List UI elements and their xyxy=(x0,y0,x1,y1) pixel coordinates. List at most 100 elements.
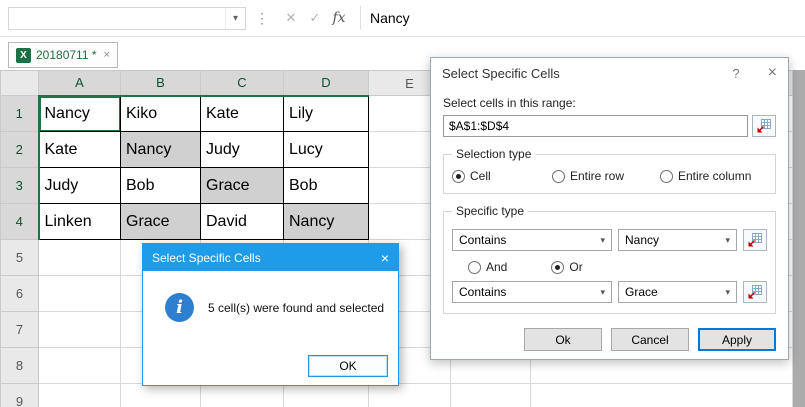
condition1-select[interactable]: Contains ▾ xyxy=(452,229,612,251)
radio-or[interactable]: Or xyxy=(551,260,583,274)
radio-and[interactable]: And xyxy=(468,260,507,274)
range-input[interactable] xyxy=(443,115,748,137)
workbook-tab[interactable]: X 20180711 * × xyxy=(8,42,118,68)
specific-type-group: Specific type Contains ▾ Nancy ▾ And Or … xyxy=(443,204,776,314)
ok-button[interactable]: Ok xyxy=(524,328,602,351)
radio-and-circle xyxy=(468,260,481,274)
cell-D2[interactable]: Lucy xyxy=(283,131,369,168)
cell-D3[interactable]: Bob xyxy=(283,167,369,204)
empty-cell[interactable] xyxy=(120,383,201,407)
more-options-icon[interactable]: ⋮ xyxy=(255,10,270,27)
radio-or-circle xyxy=(551,260,565,274)
empty-cell[interactable] xyxy=(38,383,121,407)
selection-type-group: Selection type Cell Entire row Entire co… xyxy=(443,147,776,194)
info-icon-glyph: i xyxy=(176,297,183,318)
cell-C3[interactable]: Grace xyxy=(200,167,284,204)
empty-cell[interactable] xyxy=(38,239,121,276)
row-header-7[interactable]: 7 xyxy=(0,311,39,348)
range-selector-icon xyxy=(757,119,771,133)
cell-A2[interactable]: Kate xyxy=(38,131,121,168)
selection-type-legend: Selection type xyxy=(456,147,532,161)
cell-A3[interactable]: Judy xyxy=(38,167,121,204)
dialog-titlebar[interactable]: Select Specific Cells ? × xyxy=(431,58,788,88)
select-specific-cells-dialog: Select Specific Cells ? × Select cells i… xyxy=(430,57,789,360)
excel-icon: X xyxy=(16,47,31,63)
radio-and-label: And xyxy=(486,260,508,274)
range-selector-button[interactable] xyxy=(743,281,767,303)
empty-cell[interactable] xyxy=(450,383,531,407)
messagebox-ok-button[interactable]: OK xyxy=(308,355,388,377)
tab-label: 20180711 * xyxy=(36,48,97,62)
name-box[interactable]: ▾ xyxy=(8,6,246,30)
column-header-D[interactable]: D xyxy=(283,70,369,97)
empty-cell[interactable] xyxy=(283,383,369,407)
row-header-5[interactable]: 5 xyxy=(0,239,39,276)
radio-entire-column-label: Entire column xyxy=(678,169,752,183)
window-edge xyxy=(793,70,805,407)
row-header-1[interactable]: 1 xyxy=(0,95,40,132)
empty-cell[interactable] xyxy=(368,383,451,407)
condition2-select[interactable]: Contains ▾ xyxy=(452,281,612,303)
empty-cell[interactable] xyxy=(38,275,121,312)
help-icon[interactable]: ? xyxy=(732,66,739,81)
radio-or-label: Or xyxy=(569,260,583,274)
formula-bar: ▾ ⋮ ✕ ✓ fx Nancy xyxy=(0,0,805,37)
radio-cell-circle xyxy=(452,169,465,183)
excel-window: ▾ ⋮ ✕ ✓ fx Nancy X 20180711 * × A B C D … xyxy=(0,0,805,407)
column-header-A[interactable]: A xyxy=(38,70,121,97)
radio-cell[interactable]: Cell xyxy=(452,169,552,183)
row-header-9[interactable]: 9 xyxy=(0,383,39,407)
row-header-4[interactable]: 4 xyxy=(0,203,40,240)
column-header-C[interactable]: C xyxy=(200,70,284,97)
condition2-value: Contains xyxy=(459,285,507,299)
row-header-3[interactable]: 3 xyxy=(0,167,40,204)
chevron-down-icon: ▾ xyxy=(600,234,605,245)
cancel-button[interactable]: Cancel xyxy=(611,328,689,351)
formula-input[interactable]: Nancy xyxy=(370,10,805,26)
cell-D4[interactable]: Nancy xyxy=(283,203,369,240)
range-selector-button[interactable] xyxy=(743,229,767,251)
cell-A1[interactable]: Nancy xyxy=(38,95,121,132)
chevron-down-icon: ▾ xyxy=(725,234,730,245)
cell-A4[interactable]: Linken xyxy=(38,203,121,240)
range-selector-button[interactable] xyxy=(752,115,776,137)
row-header-8[interactable]: 8 xyxy=(0,347,39,384)
dialog-close-icon[interactable]: × xyxy=(768,64,777,82)
messagebox-body: i 5 cell(s) were found and selected xyxy=(143,271,398,322)
dialog-title: Select Specific Cells xyxy=(442,65,560,81)
apply-button[interactable]: Apply xyxy=(698,328,776,351)
cell-B4[interactable]: Grace xyxy=(120,203,201,240)
cell-B1[interactable]: Kiko xyxy=(120,95,201,132)
value1-text: Nancy xyxy=(625,233,660,247)
cell-C1[interactable]: Kate xyxy=(200,95,284,132)
radio-entire-column[interactable]: Entire column xyxy=(660,169,751,183)
radio-entire-row[interactable]: Entire row xyxy=(552,169,660,183)
insert-function-icon[interactable]: fx xyxy=(327,10,351,26)
cancel-icon[interactable]: ✕ xyxy=(279,10,303,26)
radio-cell-label: Cell xyxy=(470,169,491,183)
empty-cell[interactable] xyxy=(38,311,121,348)
value2-text: Grace xyxy=(625,285,658,299)
row-header-6[interactable]: 6 xyxy=(0,275,39,312)
cell-D1[interactable]: Lily xyxy=(283,95,369,132)
radio-entire-row-label: Entire row xyxy=(570,169,625,183)
cell-B3[interactable]: Bob xyxy=(120,167,201,204)
empty-cell[interactable] xyxy=(200,383,284,407)
value1-combo[interactable]: Nancy ▾ xyxy=(618,229,737,251)
empty-cell[interactable] xyxy=(38,347,121,384)
select-all-corner[interactable] xyxy=(0,70,39,96)
enter-icon[interactable]: ✓ xyxy=(303,10,327,26)
value2-combo[interactable]: Grace ▾ xyxy=(618,281,737,303)
chevron-down-icon: ▾ xyxy=(600,286,605,297)
name-box-dropdown-icon[interactable]: ▾ xyxy=(224,7,245,29)
messagebox-close-icon[interactable]: × xyxy=(381,250,389,266)
cell-C2[interactable]: Judy xyxy=(200,131,284,168)
messagebox-titlebar[interactable]: Select Specific Cells × xyxy=(143,244,398,271)
cell-C4[interactable]: David xyxy=(200,203,284,240)
tab-close-icon[interactable]: × xyxy=(104,49,110,61)
radio-entire-column-circle xyxy=(660,169,673,183)
column-header-B[interactable]: B xyxy=(120,70,201,97)
row-header-2[interactable]: 2 xyxy=(0,131,40,168)
empty-cell[interactable] xyxy=(530,383,793,407)
cell-B2[interactable]: Nancy xyxy=(120,131,201,168)
